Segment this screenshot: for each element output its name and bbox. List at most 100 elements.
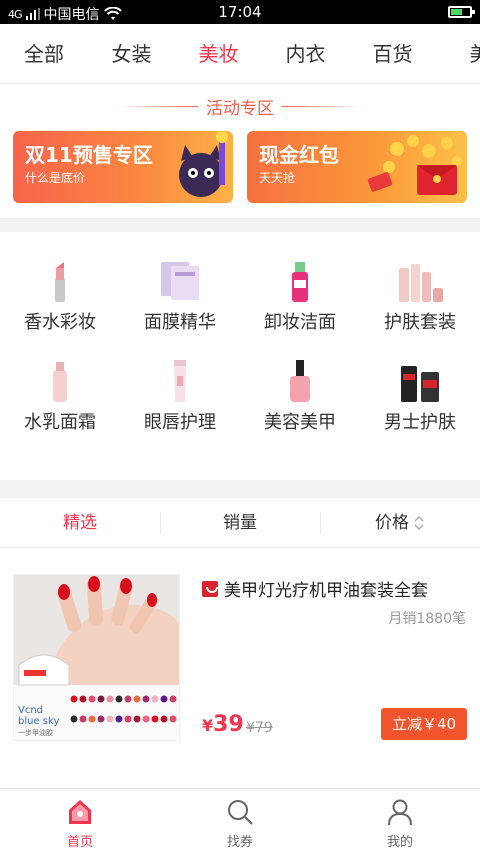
color-swatch — [88, 715, 96, 723]
color-swatch — [97, 695, 105, 703]
nav-mine[interactable]: 我的 — [320, 789, 480, 853]
nav-coupons[interactable]: 找券 — [160, 789, 320, 853]
category-tabs: 全部女装美妆内衣百货美 — [0, 24, 480, 84]
category-grid-label: 美容美甲 — [264, 412, 336, 433]
color-swatch — [160, 715, 168, 723]
price-value: 39 — [213, 712, 244, 737]
activity-title: 活动专区 — [0, 94, 480, 119]
color-swatch — [124, 695, 132, 703]
category-grid-label: 眼唇护理 — [144, 412, 216, 433]
sort-sales[interactable]: 销量 — [160, 498, 320, 547]
color-swatch — [115, 715, 123, 723]
color-swatch — [124, 715, 132, 723]
home-icon — [69, 800, 91, 824]
category-grid-item[interactable]: 男士护肤 — [360, 332, 480, 433]
battery-fill — [451, 9, 462, 15]
activity-title-text: 活动专区 — [206, 98, 274, 119]
category-tab[interactable]: 美 — [436, 24, 480, 83]
color-swatch — [79, 715, 87, 723]
product-title-text: 美甲灯光疗机甲油套装全套 — [224, 581, 428, 601]
color-swatch — [106, 695, 114, 703]
mens-skincare-icon — [395, 358, 445, 404]
nav-home[interactable]: 首页 — [0, 789, 160, 853]
color-swatch — [97, 715, 105, 723]
category-grid-item[interactable]: 水乳面霜 — [0, 332, 120, 433]
color-swatch — [88, 695, 96, 703]
product-image[interactable]: Vcnd blue sky 一步甲油胶 — [13, 574, 180, 741]
face-mask-icon — [155, 258, 205, 304]
skincare-set-icon — [395, 258, 445, 304]
sort-label: 销量 — [223, 513, 257, 533]
brand-subtext: 一步甲油胶 — [18, 729, 53, 737]
color-swatch — [115, 695, 123, 703]
sort-label: 精选 — [63, 513, 97, 533]
tmall-cat-icon — [179, 131, 228, 197]
activity-zone: 活动专区 双11预售专区 什么是底价 现金红包 天天抢 — [0, 84, 480, 218]
section-gap — [0, 480, 480, 498]
category-grid-item[interactable]: 面膜精华 — [120, 232, 240, 333]
sort-label: 价格 — [375, 513, 409, 533]
color-swatch — [70, 715, 78, 723]
color-swatch — [79, 695, 87, 703]
category-grid-item[interactable]: 香水彩妆 — [0, 232, 120, 333]
category-tab[interactable]: 全部 — [0, 24, 88, 83]
category-tab[interactable]: 美妆 — [175, 24, 262, 83]
category-grid-item[interactable]: 护肤套装 — [360, 232, 480, 333]
color-swatch — [169, 695, 177, 703]
divider — [118, 105, 198, 107]
banner-subtitle: 什么是底价 — [25, 171, 86, 185]
lipstick-icon — [35, 258, 85, 304]
battery-icon — [448, 6, 475, 18]
banner-subtitle: 天天抢 — [259, 171, 296, 185]
cash-redpacket-banner[interactable]: 现金红包 天天抢 — [247, 131, 467, 203]
category-grid-label: 卸妆洁面 — [264, 312, 336, 333]
category-tab[interactable]: 内衣 — [262, 24, 349, 83]
nav-label: 我的 — [386, 835, 413, 850]
presale-banner[interactable]: 双11预售专区 什么是底价 — [13, 131, 233, 203]
section-gap — [0, 218, 480, 232]
sort-price[interactable]: 价格 — [320, 498, 480, 547]
currency-symbol: ¥ — [202, 716, 214, 735]
color-swatch — [70, 695, 78, 703]
color-swatch — [160, 695, 168, 703]
category-grid-label: 护肤套装 — [384, 312, 456, 333]
sort-featured[interactable]: 精选 — [0, 498, 160, 547]
eye-cream-tube-icon — [155, 358, 205, 404]
monthly-sales: 月销1880笔 — [388, 611, 466, 627]
nav-label: 找券 — [226, 835, 253, 850]
cleanser-bottle-icon — [275, 258, 325, 304]
category-grid-label: 水乳面霜 — [24, 412, 96, 433]
nail-polish-icon — [275, 358, 325, 404]
category-tab[interactable]: 女装 — [88, 24, 175, 83]
clock: 17:04 — [218, 3, 262, 21]
category-grid-label: 男士护肤 — [384, 412, 456, 433]
color-swatch — [169, 715, 177, 723]
category-grid-item[interactable]: 眼唇护理 — [120, 332, 240, 433]
tmall-icon — [202, 580, 218, 597]
category-tab[interactable]: 百货 — [349, 24, 436, 83]
category-grid-item[interactable]: 卸妆洁面 — [240, 232, 360, 333]
sort-bar: 精选 销量 价格 — [0, 498, 480, 548]
color-swatch — [151, 715, 159, 723]
color-swatch — [142, 695, 150, 703]
divider — [282, 105, 362, 107]
nav-label: 首页 — [66, 835, 93, 850]
sort-updown-icon — [414, 515, 424, 531]
user-icon — [388, 799, 412, 826]
color-swatch — [142, 715, 150, 723]
category-grid-label: 面膜精华 — [144, 312, 216, 333]
color-swatch — [133, 695, 141, 703]
red-packet-icon — [367, 135, 462, 195]
banner-title: 现金红包 — [259, 143, 339, 167]
brand-logo-text: Vcnd blue sky — [18, 705, 60, 727]
banner-title: 双11预售专区 — [25, 143, 153, 167]
category-grid-item[interactable]: 美容美甲 — [240, 332, 360, 433]
color-swatch — [151, 695, 159, 703]
search-icon — [228, 800, 253, 825]
status-bar: 4G 中国电信 17:04 — [0, 0, 480, 24]
original-price: ¥79 — [246, 720, 273, 736]
category-grid-label: 香水彩妆 — [24, 312, 96, 333]
bottom-nav: 首页 找券 我的 — [0, 788, 480, 853]
coupon-button[interactable]: 立减￥40 — [381, 708, 467, 740]
product-title[interactable]: 美甲灯光疗机甲油套装全套 — [202, 576, 472, 601]
